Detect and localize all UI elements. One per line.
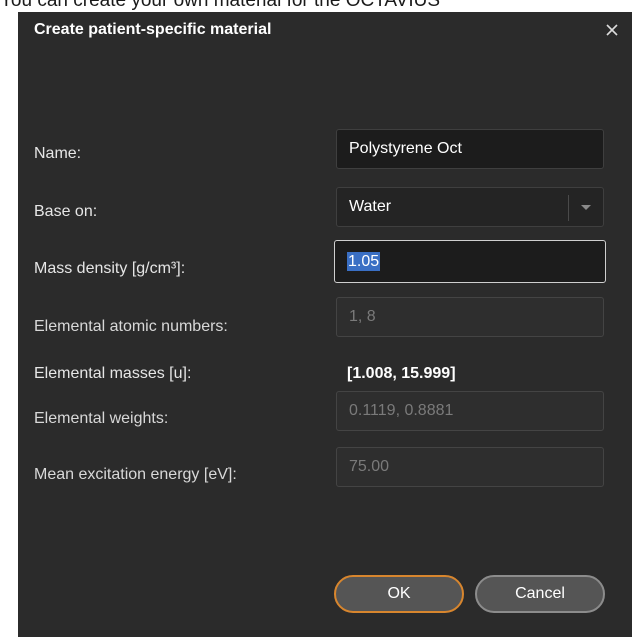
create-material-dialog: Create patient-specific material Name: P… bbox=[18, 12, 632, 637]
excitation-field[interactable]: 75.00 bbox=[336, 447, 604, 487]
close-icon[interactable] bbox=[602, 20, 622, 40]
base-on-label: Base on: bbox=[34, 203, 98, 220]
chevron-down-icon[interactable] bbox=[581, 205, 591, 210]
excitation-label: Mean excitation energy [eV]: bbox=[34, 466, 237, 483]
dropdown-separator bbox=[568, 195, 569, 221]
cancel-button[interactable]: Cancel bbox=[475, 575, 605, 613]
ok-button[interactable]: OK bbox=[334, 575, 464, 613]
atomic-numbers-label: Elemental atomic numbers: bbox=[34, 318, 228, 335]
mass-density-label: Mass density [g/cm³]: bbox=[34, 260, 186, 277]
weights-field[interactable]: 0.1119, 0.8881 bbox=[336, 391, 604, 431]
base-on-value: Water bbox=[349, 198, 392, 215]
dialog-titlebar: Create patient-specific material bbox=[18, 12, 632, 50]
masses-label: Elemental masses [u]: bbox=[34, 365, 192, 382]
dialog-title: Create patient-specific material bbox=[34, 21, 272, 38]
mass-density-field[interactable]: 1.05 bbox=[334, 240, 606, 283]
weights-label: Elemental weights: bbox=[34, 410, 169, 427]
name-field[interactable]: Polystyrene Oct bbox=[336, 129, 604, 169]
atomic-numbers-field[interactable]: 1, 8 bbox=[336, 297, 604, 337]
name-label: Name: bbox=[34, 145, 82, 162]
mass-density-value: 1.05 bbox=[347, 252, 381, 271]
page-caption: You can create your own material for the… bbox=[0, 0, 441, 11]
masses-value: [1.008, 15.999] bbox=[347, 365, 456, 382]
base-on-select[interactable]: Water bbox=[336, 187, 604, 227]
